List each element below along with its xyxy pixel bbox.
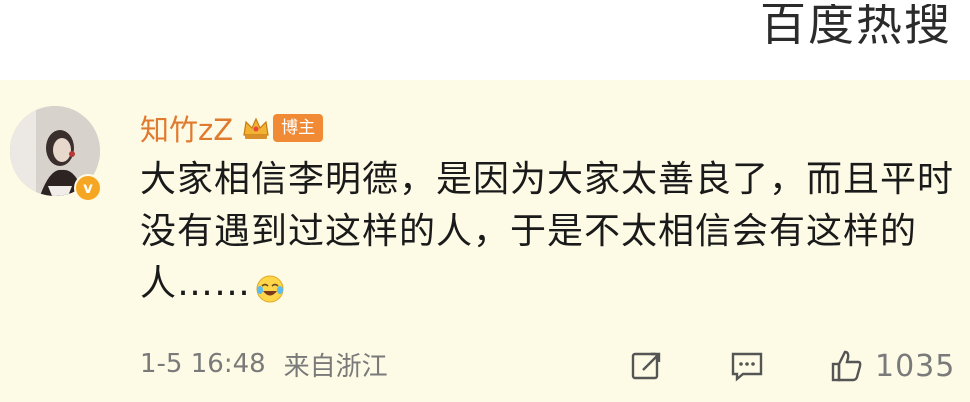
- laugh-cry-emoji-icon: [255, 267, 285, 303]
- top-bar: 百度热搜: [0, 0, 970, 80]
- like-count: 1035: [875, 348, 956, 384]
- blogger-badge: 博主: [273, 114, 324, 142]
- comment-card: v 知竹zZ 博主 大家相信李明德，是因为大家太善良了，而且平时没有遇到过这样的…: [0, 80, 970, 402]
- timestamp: 1-5 16:48: [140, 349, 266, 379]
- comment-meta: 1-5 16:48 来自浙江: [140, 344, 388, 384]
- watermark-text: 百度热搜: [760, 0, 952, 51]
- share-icon: [631, 352, 661, 380]
- action-bar: 1035: [625, 344, 955, 388]
- watermark: 百度热搜: [760, 4, 952, 70]
- username-row: 知竹zZ 博主: [140, 107, 324, 149]
- like-button[interactable]: [825, 344, 869, 388]
- verified-badge-icon: v: [74, 174, 102, 202]
- comment-body: 大家相信李明德，是因为大家太善良了，而且平时没有遇到过这样的人，于是不太相信会有…: [140, 154, 970, 310]
- share-button[interactable]: [625, 344, 669, 388]
- comment-button[interactable]: [725, 344, 769, 388]
- username[interactable]: 知竹zZ: [140, 107, 233, 149]
- comment-icon: [731, 352, 763, 382]
- crown-icon: [241, 113, 271, 143]
- like-icon: [831, 350, 862, 382]
- location: 来自浙江: [283, 351, 388, 382]
